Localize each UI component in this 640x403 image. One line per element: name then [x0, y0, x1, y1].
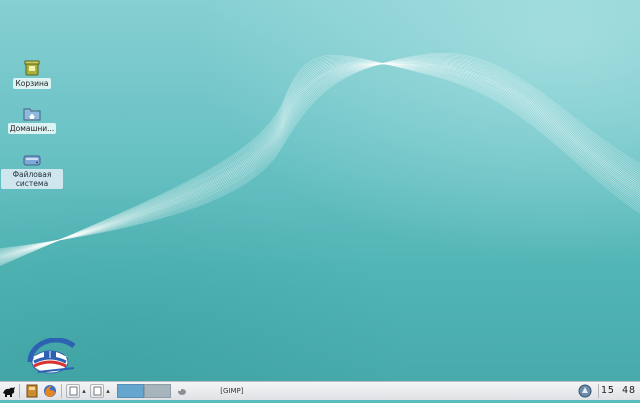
file-manager-icon[interactable]: [25, 384, 39, 398]
firefox-icon[interactable]: [43, 384, 57, 398]
clock[interactable]: 15 48: [600, 384, 636, 398]
home-folder-icon: [23, 105, 41, 121]
workspace-1[interactable]: [117, 384, 144, 398]
network-icon[interactable]: [578, 384, 592, 398]
desktop-icon-label: Файловая система: [1, 169, 63, 189]
wallpaper-wave-line: [0, 53, 640, 249]
taskbar-separator: [61, 384, 62, 398]
wallpaper-wave-line: [0, 61, 640, 262]
desktop-icon-trash[interactable]: Корзина: [1, 60, 63, 89]
taskbar-separator: [19, 384, 20, 398]
wallpaper-wave-line: [0, 56, 640, 252]
desktop-icon-label: Домашни...: [7, 123, 57, 134]
taskbar-separator: [598, 384, 599, 398]
gimp-icon: [176, 384, 188, 403]
start-menu-icon[interactable]: [2, 384, 16, 398]
desktop-icon-filesystem[interactable]: Файловая система: [1, 151, 63, 189]
wallpaper-waves: [0, 53, 640, 266]
taskbar: ▴ ▴ [GIMP] 15 48: [0, 381, 640, 400]
education-project-logo: [24, 337, 84, 378]
drive-icon: [23, 151, 41, 167]
window-list-button[interactable]: [66, 384, 80, 398]
workspace-2[interactable]: [144, 384, 171, 398]
wallpaper-wave-line: [0, 59, 640, 264]
wallpaper-wave-line: [0, 57, 640, 265]
desktop-icon-home[interactable]: Домашни...: [1, 105, 63, 134]
wallpaper-wave-line: [0, 55, 640, 266]
desktop[interactable]: Корзина Домашни... Файловая система: [0, 0, 640, 381]
chevron-up-icon[interactable]: ▴: [104, 384, 112, 398]
chevron-up-icon[interactable]: ▴: [80, 384, 88, 398]
desktop-icon-label: Корзина: [13, 78, 51, 89]
task-button-gimp[interactable]: [GIMP]: [176, 384, 376, 398]
trash-icon: [23, 60, 41, 76]
task-label: [GIMP]: [220, 387, 244, 395]
window-list-button-2[interactable]: [90, 384, 104, 398]
